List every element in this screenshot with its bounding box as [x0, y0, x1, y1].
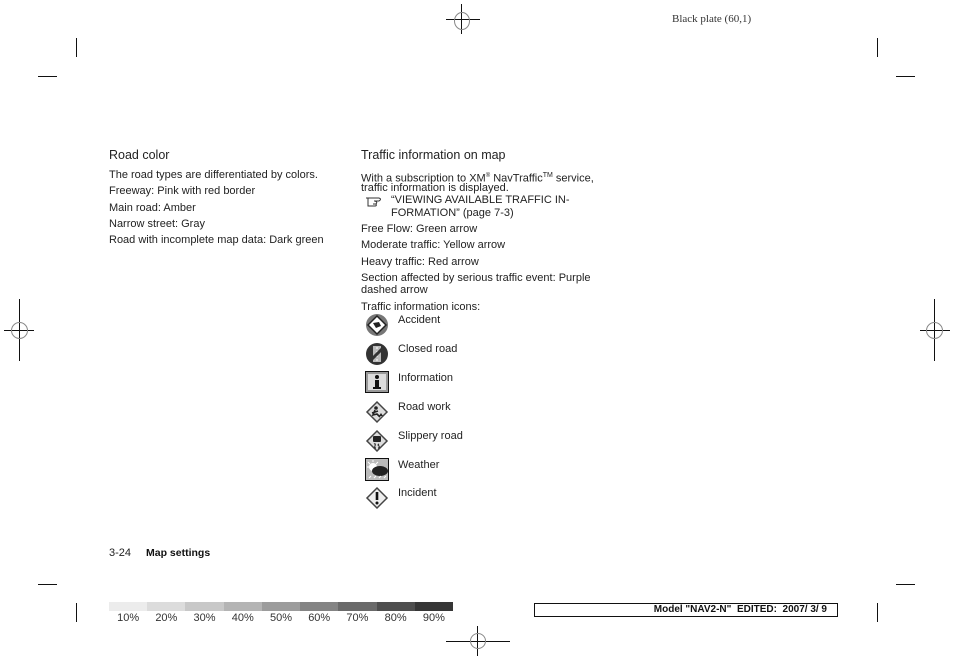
paragraph: Freeway: Pink with red border — [109, 185, 256, 197]
list-item: Weather — [365, 458, 605, 484]
icon-label: Accident — [398, 314, 441, 326]
crop-mark — [877, 603, 878, 622]
icon-label: Weather — [398, 459, 440, 471]
grey-scale-label: 70% — [346, 612, 369, 624]
grey-scale-label: 10% — [117, 612, 140, 624]
reference-link[interactable]: “VIEWING AVAILABLE TRAFFIC IN- — [391, 194, 569, 207]
list-item: Road work — [365, 400, 605, 426]
list-item: Information — [365, 371, 605, 397]
paragraph: Free Flow: Green arrow — [361, 223, 478, 235]
registration-mark-top — [446, 4, 510, 34]
intro-text-3: service, — [552, 172, 594, 185]
icon-label: Slippery road — [398, 430, 463, 442]
paragraph: Narrow street: Gray — [109, 218, 205, 230]
accident-icon — [365, 313, 391, 339]
crop-mark — [76, 603, 77, 622]
model-info-box: Model "NAV2-N" EDITED: 2007/ 3/ 9 — [534, 603, 838, 617]
paragraph: Main road: Amber — [109, 202, 196, 214]
list-item: Accident — [365, 313, 605, 339]
closed-road-icon — [365, 342, 391, 368]
weather-icon — [365, 458, 391, 484]
crop-mark — [896, 76, 915, 77]
list-item: Slippery road — [365, 429, 605, 455]
road-color-heading: Road color — [109, 148, 170, 162]
registration-mark-right — [920, 299, 950, 361]
grey-scale-label: 20% — [155, 612, 178, 624]
grey-scale-label: 50% — [269, 612, 292, 624]
registration-mark-left — [4, 299, 34, 361]
paragraph: Moderate traffic: Yellow arrow — [361, 239, 506, 251]
road-work-icon — [365, 400, 391, 426]
grey-scale-labels: 10% 20% 30% 40% 50% 60% 70% 80% 90% — [109, 612, 453, 624]
crop-mark — [76, 38, 77, 57]
icon-label: Closed road — [398, 343, 458, 355]
list-item: Incident — [365, 486, 605, 512]
paragraph: Road with incomplete map data: Dark gree… — [109, 234, 324, 246]
grey-scale-label: 80% — [384, 612, 407, 624]
paragraph: dashed arrow — [361, 284, 428, 296]
page-number: 3-24 — [109, 547, 132, 559]
slippery-road-icon — [365, 429, 391, 455]
reference-link-cont[interactable]: FORMATION” (page 7-3) — [391, 207, 514, 220]
icon-label: Incident — [398, 487, 437, 499]
icon-label: Road work — [398, 401, 451, 413]
paragraph: Heavy traffic: Red arrow — [361, 256, 479, 268]
section-title: Map settings — [146, 547, 211, 559]
incident-icon — [365, 486, 391, 512]
crop-mark — [38, 584, 57, 585]
grey-scale-label: 60% — [308, 612, 331, 624]
traffic-info-heading: Traffic information on map — [361, 148, 506, 162]
crop-mark — [877, 38, 878, 57]
trademark: TM — [542, 172, 553, 179]
information-icon — [365, 371, 391, 397]
paragraph: The road types are differentiated by col… — [109, 169, 318, 181]
pointing-hand-icon — [365, 195, 383, 207]
grey-scale-label: 30% — [193, 612, 216, 624]
grey-scale-label: 90% — [422, 612, 445, 624]
registration-mark-bottom — [446, 626, 510, 656]
icon-label: Information — [398, 372, 454, 384]
grey-scale-bar — [109, 602, 453, 611]
plate-label: Black plate (60,1) — [672, 13, 752, 25]
list-item: Closed road — [365, 342, 605, 368]
crop-mark — [896, 584, 915, 585]
crop-mark — [38, 76, 57, 77]
grey-scale-label: 40% — [231, 612, 254, 624]
